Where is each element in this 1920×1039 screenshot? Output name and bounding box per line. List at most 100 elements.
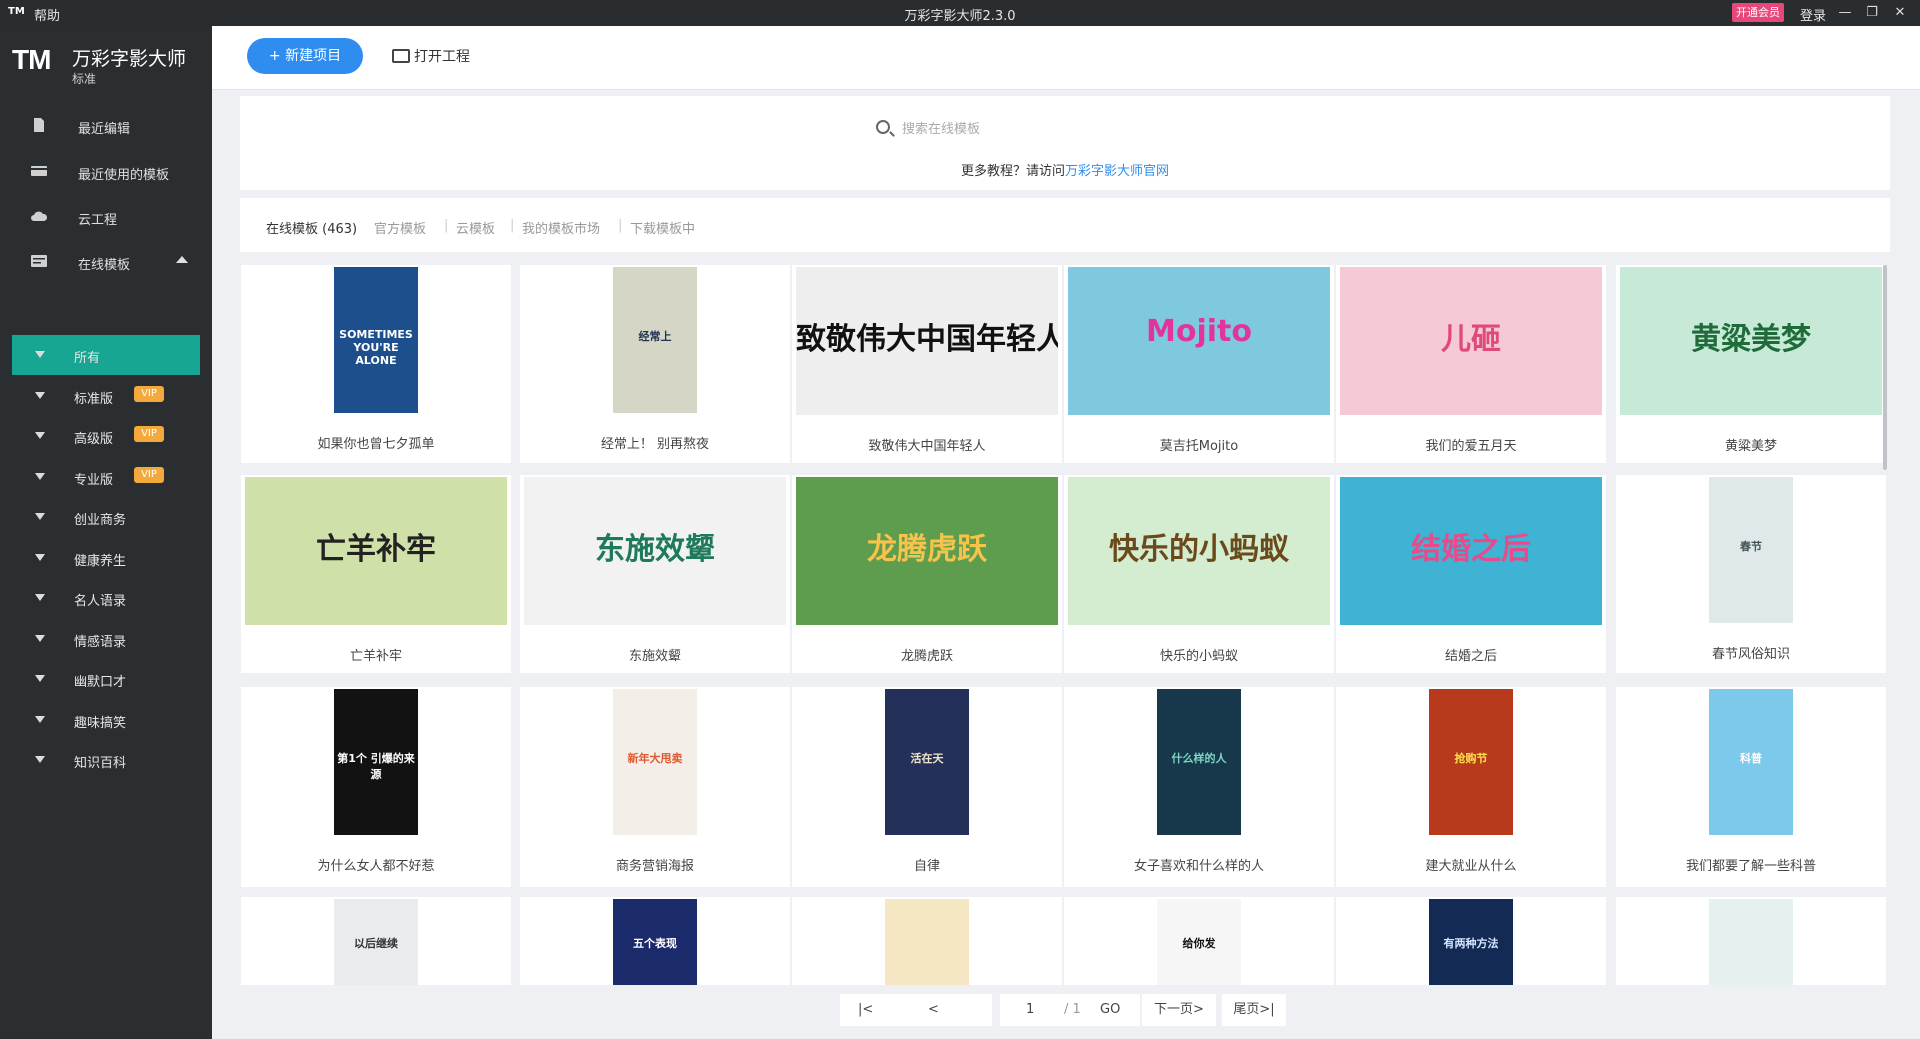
template-card[interactable]: 结婚之后 结婚之后 bbox=[1336, 475, 1606, 673]
template-thumbnail[interactable]: 给你发 bbox=[1157, 899, 1241, 985]
sidebar-subitem[interactable]: 幽默口才 bbox=[12, 659, 200, 699]
template-caption: 莫吉托Mojito bbox=[1159, 439, 1239, 454]
thumbnail-title: 快乐的小蚂蚁 bbox=[1109, 532, 1289, 568]
search-input[interactable] bbox=[902, 116, 1162, 142]
login-button[interactable]: 登录 bbox=[1800, 5, 1826, 24]
template-card[interactable]: 东施效颦 东施效颦 bbox=[520, 475, 790, 673]
thumbnail-title: 科普 bbox=[1740, 752, 1762, 766]
template-card[interactable] bbox=[1616, 897, 1886, 985]
sidebar-subitem[interactable]: 专业版 VIP bbox=[12, 457, 200, 497]
open-project-button[interactable]: 打开工程 bbox=[392, 46, 470, 66]
template-caption: 快乐的小蚂蚁 bbox=[1159, 649, 1238, 664]
template-thumbnail[interactable]: 儿砸 bbox=[1340, 267, 1602, 415]
template-thumbnail[interactable]: 有两种方法 bbox=[1429, 899, 1513, 985]
template-card[interactable]: 亡羊补牢 亡羊补牢 bbox=[241, 475, 511, 673]
vip-button[interactable]: 开通会员 bbox=[1732, 3, 1784, 22]
template-card[interactable]: 抢购节 建大就业从什么 bbox=[1336, 687, 1606, 887]
template-caption: 亡羊补牢 bbox=[349, 649, 402, 664]
go-button[interactable]: GO bbox=[1100, 994, 1120, 1026]
template-thumbnail[interactable]: 经常上 bbox=[613, 267, 697, 413]
template-card[interactable] bbox=[792, 897, 1062, 985]
template-thumbnail[interactable]: 抢购节 bbox=[1429, 689, 1513, 835]
template-card[interactable]: 科普 我们都要了解一些科普 bbox=[1616, 687, 1886, 887]
thumbnail-title: 第1个 引爆的来源 bbox=[337, 752, 415, 782]
tab-cloud[interactable]: 云模板 bbox=[456, 218, 495, 237]
template-thumbnail[interactable]: 新年大甩卖 bbox=[613, 689, 697, 835]
template-thumbnail[interactable]: 什么样的人 bbox=[1157, 689, 1241, 835]
sidebar-subitem[interactable]: 高级版 VIP bbox=[12, 416, 200, 456]
thumbnail-title: 春节 bbox=[1740, 540, 1762, 554]
template-thumbnail[interactable]: 第1个 引爆的来源 bbox=[334, 689, 418, 835]
open-project-label: 打开工程 bbox=[414, 49, 470, 65]
template-card[interactable]: 活在天 自律 bbox=[792, 687, 1062, 887]
sidebar-subitem[interactable]: 健康养生 bbox=[12, 538, 200, 578]
template-thumbnail[interactable]: 五个表现 bbox=[613, 899, 697, 985]
template-card[interactable]: Mojito 莫吉托Mojito bbox=[1064, 265, 1334, 463]
search-icon[interactable] bbox=[876, 120, 890, 134]
page-input[interactable]: 1 bbox=[1026, 994, 1034, 1026]
template-thumbnail[interactable]: 东施效颦 bbox=[524, 477, 786, 625]
template-card[interactable]: 第1个 引爆的来源 为什么女人都不好惹 bbox=[241, 687, 511, 887]
template-thumbnail[interactable]: 活在天 bbox=[885, 689, 969, 835]
template-card[interactable]: 黄粱美梦 黄粱美梦 bbox=[1616, 265, 1886, 463]
nav-recent-templates[interactable]: 最近使用的模板 bbox=[0, 152, 212, 192]
nav-cloud-project[interactable]: 云工程 bbox=[0, 197, 212, 237]
template-thumbnail[interactable]: SOMETIMES YOU'RE ALONE bbox=[334, 267, 418, 413]
sidebar-subitem[interactable]: 创业商务 bbox=[12, 497, 200, 537]
document-icon bbox=[34, 118, 44, 132]
template-card[interactable]: 快乐的小蚂蚁 快乐的小蚂蚁 bbox=[1064, 475, 1334, 673]
tab-divider: | bbox=[618, 218, 623, 233]
nav-online-templates[interactable]: 在线模板 bbox=[0, 242, 212, 282]
template-card[interactable]: 儿砸 我们的爱五月天 bbox=[1336, 265, 1606, 463]
template-thumbnail[interactable]: 致敬伟大中国年轻人 bbox=[796, 267, 1058, 415]
sidebar-subitem[interactable]: 趣味搞笑 bbox=[12, 700, 200, 740]
template-card[interactable]: SOMETIMES YOU'RE ALONE 如果你也曾七夕孤单 bbox=[241, 265, 511, 463]
prev-page-button[interactable]: < bbox=[928, 994, 939, 1026]
template-thumbnail[interactable]: 科普 bbox=[1709, 689, 1793, 835]
template-caption: 黄粱美梦 bbox=[1724, 439, 1777, 454]
template-card[interactable]: 新年大甩卖 商务营销海报 bbox=[520, 687, 790, 887]
tab-downloading[interactable]: 下载模板中 bbox=[630, 218, 695, 237]
tab-official[interactable]: 官方模板 bbox=[374, 218, 426, 237]
template-card[interactable]: 五个表现 bbox=[520, 897, 790, 985]
template-thumbnail[interactable]: 龙腾虎跃 bbox=[796, 477, 1058, 625]
restore-icon[interactable]: ❐ bbox=[1862, 3, 1882, 23]
template-thumbnail[interactable] bbox=[885, 899, 969, 985]
tab-market[interactable]: 我的模板市场 bbox=[522, 218, 600, 237]
sidebar-subitem[interactable]: 知识百科 bbox=[12, 740, 200, 780]
pager-nav: |< < bbox=[840, 994, 992, 1026]
template-card[interactable]: 什么样的人 女子喜欢和什么样的人 bbox=[1064, 687, 1334, 887]
template-thumbnail[interactable]: Mojito bbox=[1068, 267, 1330, 415]
template-thumbnail[interactable]: 亡羊补牢 bbox=[245, 477, 507, 625]
template-card[interactable]: 给你发 bbox=[1064, 897, 1334, 985]
next-page-button[interactable]: 下一页> bbox=[1142, 994, 1216, 1026]
template-card[interactable]: 致敬伟大中国年轻人 致敬伟大中国年轻人 bbox=[792, 265, 1062, 463]
template-thumbnail[interactable]: 以后继续 bbox=[334, 899, 418, 985]
template-thumbnail[interactable]: 黄粱美梦 bbox=[1620, 267, 1882, 415]
sidebar-subitem[interactable]: 标准版 VIP bbox=[12, 376, 200, 416]
sidebar-subitem[interactable]: 名人语录 bbox=[12, 578, 200, 618]
new-project-button[interactable]: + 新建项目 bbox=[247, 38, 363, 74]
template-thumbnail[interactable]: 春节 bbox=[1709, 477, 1793, 623]
collapse-icon[interactable] bbox=[176, 256, 188, 263]
last-page-button[interactable]: 尾页>| bbox=[1222, 994, 1286, 1026]
template-card[interactable]: 龙腾虎跃 龙腾虎跃 bbox=[792, 475, 1062, 673]
grid-scrollbar[interactable] bbox=[1883, 265, 1887, 470]
template-card[interactable]: 有两种方法 bbox=[1336, 897, 1606, 985]
template-thumbnail[interactable]: 结婚之后 bbox=[1340, 477, 1602, 625]
template-card[interactable]: 春节 春节风俗知识 bbox=[1616, 475, 1886, 673]
template-thumbnail[interactable]: 快乐的小蚂蚁 bbox=[1068, 477, 1330, 625]
minimize-icon[interactable]: — bbox=[1835, 3, 1855, 23]
close-icon[interactable]: ✕ bbox=[1890, 3, 1910, 23]
template-card[interactable]: 经常上 经常上！ 别再熬夜 bbox=[520, 265, 790, 463]
sidebar-subitem[interactable]: 情感语录 bbox=[12, 619, 200, 659]
tab-online-templates[interactable]: 在线模板 (463) bbox=[266, 218, 357, 237]
subitem-label: 标准版 bbox=[74, 391, 114, 407]
template-thumbnail[interactable] bbox=[1709, 899, 1793, 985]
first-page-button[interactable]: |< bbox=[858, 994, 873, 1026]
nav-recent-edit[interactable]: 最近编辑 bbox=[0, 106, 212, 146]
official-site-link[interactable]: 万彩字影大师官网 bbox=[1065, 164, 1169, 179]
sidebar-subitem[interactable]: 所有 bbox=[12, 335, 200, 375]
template-card[interactable]: 以后继续 bbox=[241, 897, 511, 985]
subitem-label: 创业商务 bbox=[74, 513, 127, 528]
